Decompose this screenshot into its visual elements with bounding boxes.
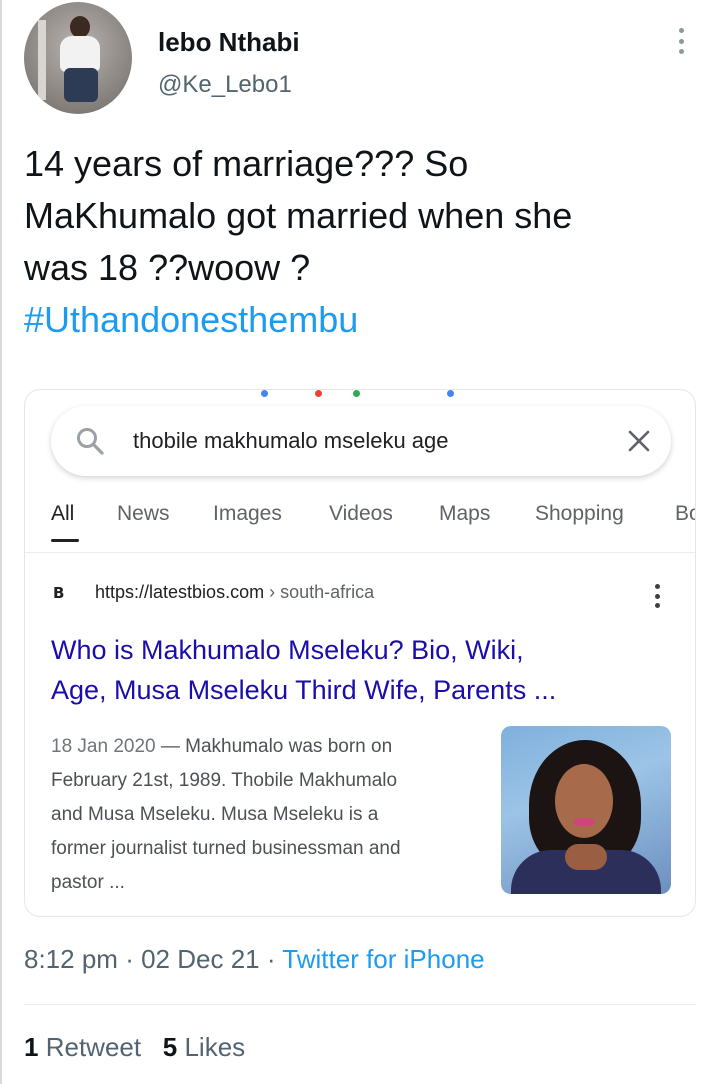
result-url-path: › south-africa [264, 582, 375, 602]
tab-videos[interactable]: Videos [329, 502, 393, 526]
google-dot-blue [261, 390, 268, 397]
snippet-line: former journalist turned businessman and [51, 838, 401, 859]
display-name[interactable]: lebo Nthabi [158, 27, 300, 58]
more-vertical-icon[interactable] [670, 24, 692, 58]
result-title-link[interactable]: Who is Makhumalo Mseleku? Bio, Wiki, Age… [51, 630, 671, 710]
google-dot-red [315, 390, 322, 397]
avatar-figure-body [60, 36, 100, 72]
snippet-line: — Makhumalo was born on [155, 736, 393, 757]
result-thumbnail[interactable] [501, 726, 671, 894]
result-snippet: 18 Jan 2020 — Makhumalo was born on Febr… [51, 730, 491, 900]
search-icon[interactable] [75, 426, 105, 456]
attached-image-search-screenshot[interactable]: thobile makhumalo mseleku age All News I… [24, 389, 696, 917]
result-title-line: Age, Musa Mseleku Third Wife, Parents ..… [51, 675, 557, 705]
tweet-date[interactable]: 02 Dec 21 [141, 944, 260, 974]
result-date: 18 Jan 2020 [51, 736, 156, 757]
tab-all[interactable]: All [51, 502, 74, 526]
avatar-bg-frame [38, 20, 46, 100]
thumbnail-hand [565, 844, 607, 870]
hashtag-link[interactable]: #Uthandonesthembu [24, 294, 704, 346]
thumbnail-face [555, 764, 613, 838]
result-url-domain: https://latestbios.com [95, 582, 265, 602]
tweet-time[interactable]: 8:12 pm [24, 944, 118, 974]
avatar-figure-legs [64, 68, 98, 102]
google-dot-green [353, 390, 360, 397]
meta-divider [24, 1004, 696, 1005]
meta-separator: · [125, 944, 134, 974]
close-icon[interactable] [623, 425, 655, 457]
google-dot-blue-2 [447, 390, 454, 397]
user-handle[interactable]: @Ke_Lebo1 [158, 71, 292, 99]
likes-stat[interactable]: 5 Likes [163, 1032, 245, 1062]
snippet-line: and Musa Mseleku. Musa Mseleku is a [51, 804, 379, 825]
result-url[interactable]: https://latestbios.com › south-africa [95, 582, 374, 603]
meta-separator: · [266, 944, 276, 974]
tweet-meta: 8:12 pm · 02 Dec 21 · Twitter for iPhone [24, 944, 485, 975]
search-tabs: All News Images Videos Maps Shopping Bo [25, 502, 695, 544]
tab-shopping[interactable]: Shopping [535, 502, 624, 526]
tweet-text-line: MaKhumalo got married when she [24, 195, 573, 236]
retweets-count: 1 [24, 1032, 39, 1062]
tabs-divider [25, 552, 695, 553]
tweet-text-line: 14 years of marriage??? So [24, 143, 469, 184]
tab-maps[interactable]: Maps [439, 502, 490, 526]
retweets-label: Retweet [45, 1032, 142, 1062]
result-title-line: Who is Makhumalo Mseleku? Bio, Wiki, [51, 635, 524, 665]
tweet-source-link[interactable]: Twitter for iPhone [282, 944, 484, 974]
avatar-figure-head [70, 16, 90, 38]
tweet-text-line: was 18 ??woow ? [24, 247, 311, 288]
likes-count: 5 [162, 1032, 178, 1062]
avatar[interactable] [24, 2, 132, 114]
tweet-text: 14 years of marriage??? So MaKhumalo got… [24, 138, 704, 346]
active-tab-indicator [51, 539, 79, 542]
tweet-stats: 1 Retweet 5 Likes [24, 1032, 245, 1063]
left-edge-divider [0, 0, 2, 1084]
search-input[interactable]: thobile makhumalo mseleku age [133, 428, 449, 454]
tab-images[interactable]: Images [213, 502, 282, 526]
likes-label: Likes [184, 1032, 246, 1062]
snippet-line: February 21st, 1989. Thobile Makhumalo [51, 770, 398, 791]
snippet-line: pastor ... [51, 872, 125, 893]
result-more-icon[interactable] [655, 584, 661, 608]
thumbnail-lips [573, 818, 595, 826]
retweets-stat[interactable]: 1 Retweet [24, 1032, 141, 1062]
site-favicon-icon: B [53, 584, 65, 602]
tab-news[interactable]: News [117, 502, 170, 526]
tab-books[interactable]: Bo [675, 502, 695, 526]
search-bar[interactable]: thobile makhumalo mseleku age [51, 406, 671, 476]
